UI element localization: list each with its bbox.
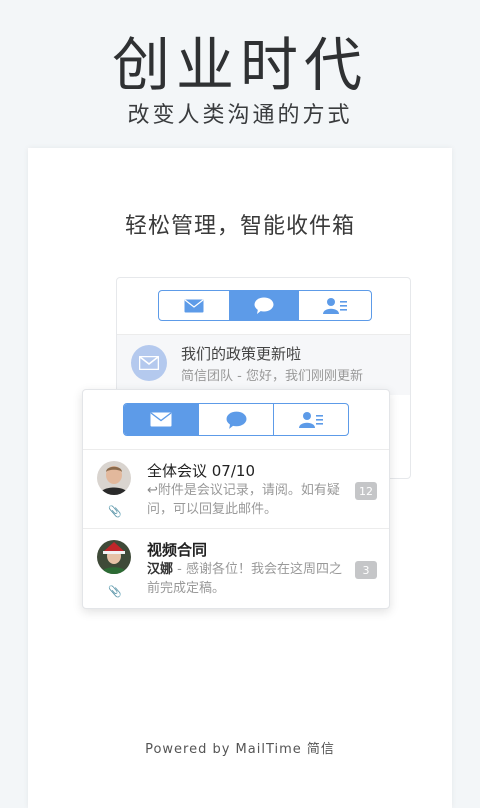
- avatar: [131, 345, 167, 381]
- feature-heading: 轻松管理，智能收件箱: [124, 214, 355, 239]
- mailbox-tab-bar: [123, 403, 349, 436]
- avatar: [97, 461, 131, 495]
- unread-count-badge: 3: [355, 561, 377, 579]
- inbox-preview-front: 📎 全体会议 07/10 ↩附件是会议记录，请阅。如有疑问，可以回复此邮件。 1…: [82, 389, 390, 609]
- reply-icon: ↩: [147, 483, 158, 498]
- tab-chat[interactable]: [199, 404, 274, 435]
- message-preview: 简信团队 - 您好，我们刚刚更新: [181, 365, 405, 384]
- hero-subtitle: 改变人类沟通的方式: [127, 103, 353, 128]
- tab-contacts[interactable]: [299, 291, 371, 320]
- message-sender: 简信团队: [181, 369, 234, 384]
- avatar: [97, 540, 131, 574]
- hero-title: 创业时代: [111, 31, 368, 99]
- message-title: 我们的政策更新啦: [181, 345, 302, 363]
- message-snippet: - 感谢各位！我会在这周四之前完成定稿。: [147, 562, 342, 596]
- chat-bubble-icon: [254, 297, 274, 314]
- mailbox-tab-bar: [158, 290, 372, 321]
- contacts-icon: [299, 412, 323, 428]
- attachment-icon: 📎: [108, 585, 122, 598]
- tab-mail[interactable]: [159, 291, 230, 320]
- mail-icon: [150, 412, 172, 427]
- list-item[interactable]: 📎 全体会议 07/10 ↩附件是会议记录，请阅。如有疑问，可以回复此邮件。 1…: [83, 449, 389, 528]
- attachment-icon: 📎: [108, 505, 122, 518]
- unread-count-badge: 12: [355, 482, 377, 500]
- tab-chat[interactable]: [230, 291, 299, 320]
- list-item[interactable]: 我们的政策更新啦 简信团队 - 您好，我们刚刚更新: [117, 335, 410, 395]
- message-preview: 汉娜 - 感谢各位！我会在这周四之前完成定稿。: [147, 560, 347, 598]
- contacts-icon: [323, 298, 347, 314]
- message-snippet: 附件是会议记录，请阅。如有疑问，可以回复此邮件。: [147, 483, 340, 517]
- message-title: 视频合同: [147, 541, 208, 559]
- message-snippet: - 您好，我们刚刚更新: [233, 369, 363, 384]
- tab-mail[interactable]: [124, 404, 199, 435]
- message-sender: 汉娜: [147, 562, 174, 577]
- list-item[interactable]: 📎 视频合同 汉娜 - 感谢各位！我会在这周四之前完成定稿。 3: [83, 528, 389, 609]
- mail-icon: [184, 299, 204, 312]
- message-title: 全体会议 07/10: [147, 462, 255, 480]
- message-preview: ↩附件是会议记录，请阅。如有疑问，可以回复此邮件。: [147, 481, 347, 519]
- tab-contacts[interactable]: [274, 404, 348, 435]
- chat-bubble-icon: [226, 411, 246, 429]
- mail-icon: [139, 356, 159, 370]
- powered-by-text: Powered by MailTime 简信: [145, 742, 335, 757]
